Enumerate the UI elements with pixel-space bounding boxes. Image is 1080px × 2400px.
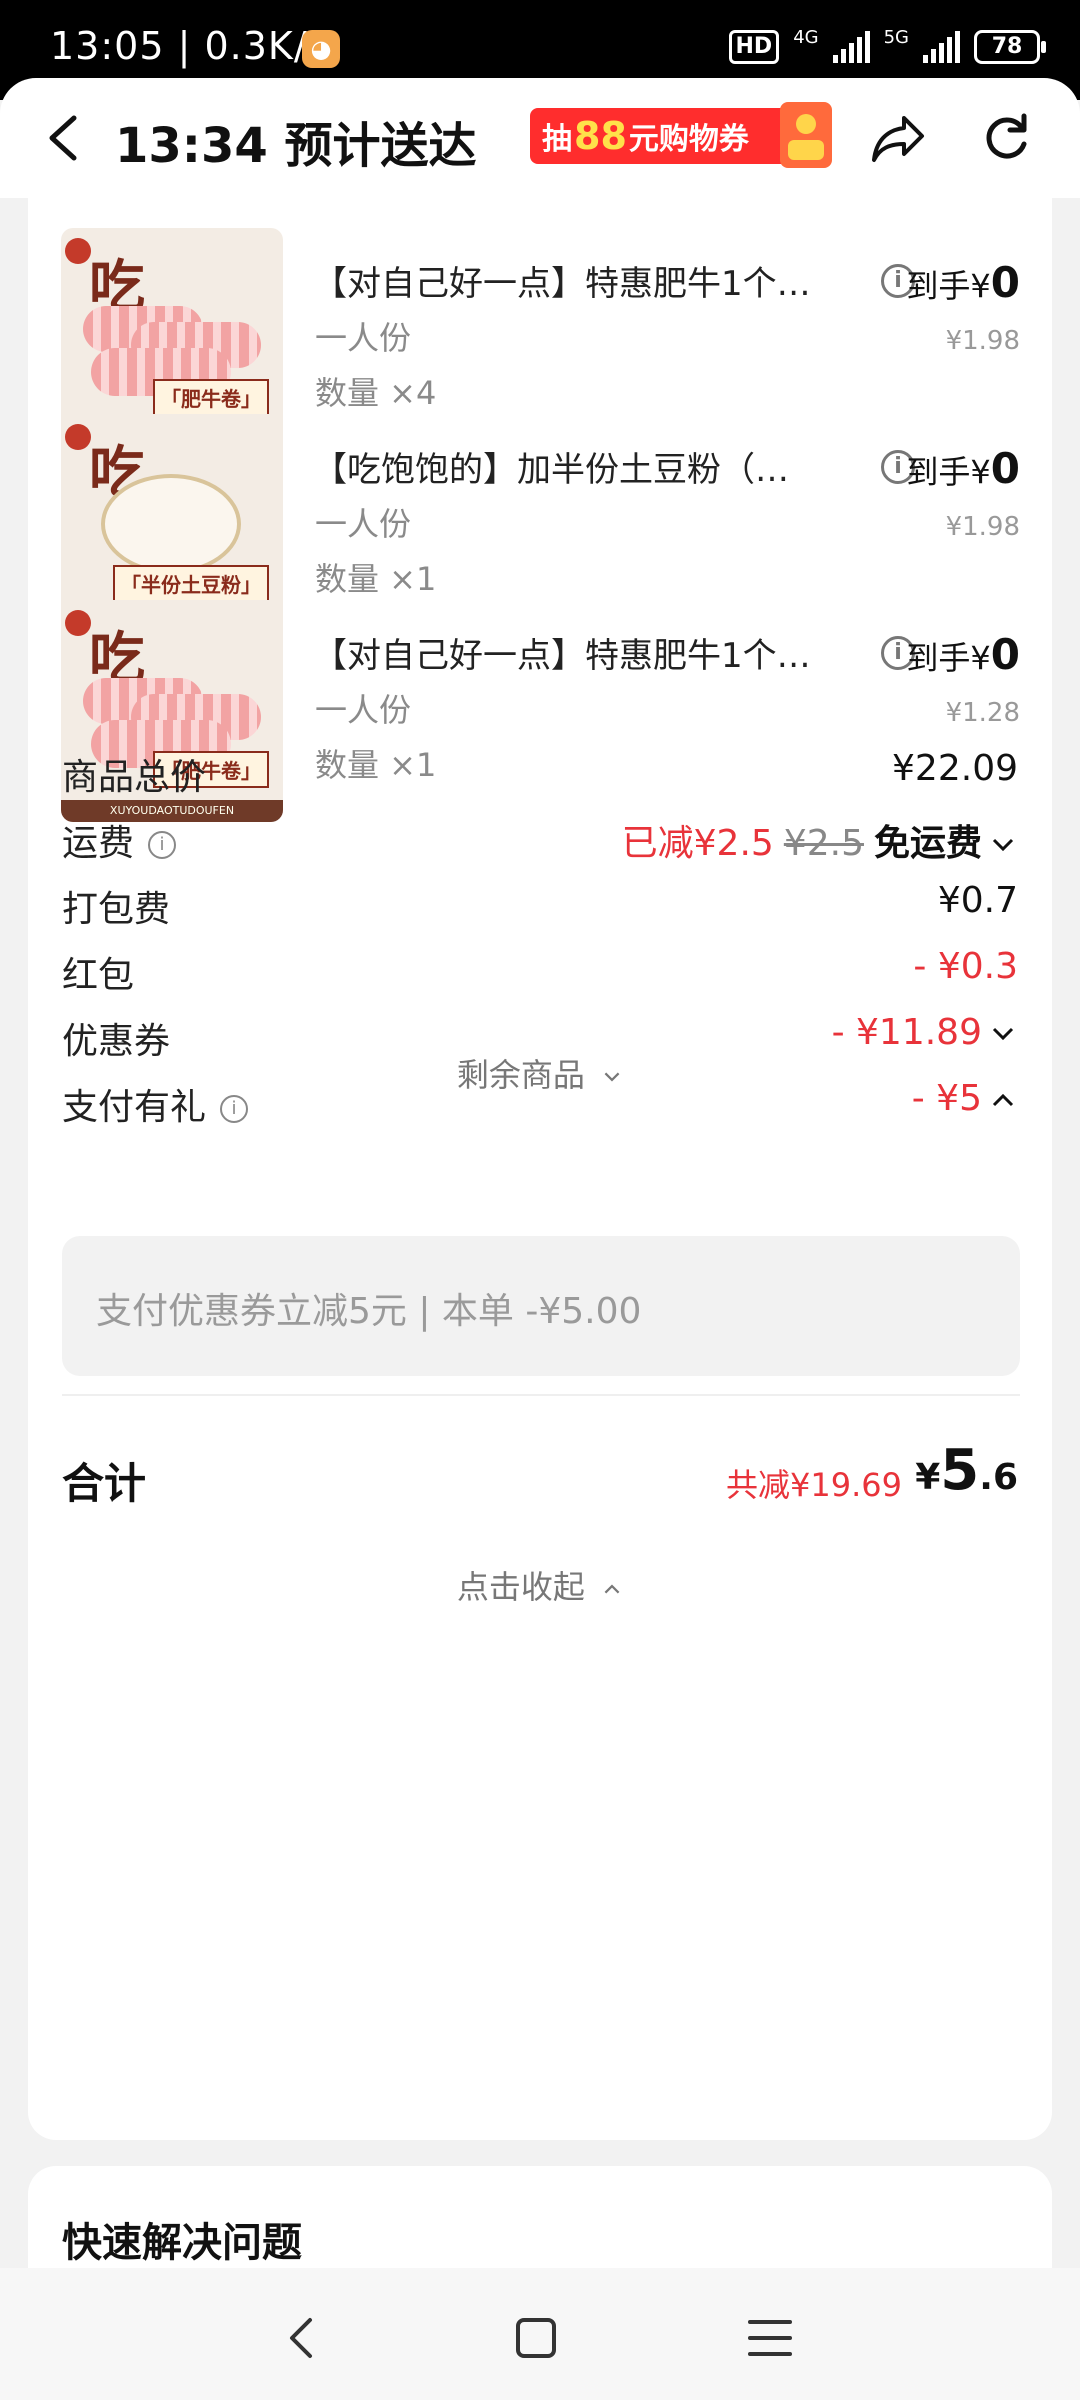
free-shipping-label: 免运费 <box>873 823 982 864</box>
nav-menu-icon[interactable] <box>740 2308 800 2368</box>
shipping-info-icon[interactable]: i <box>148 831 177 859</box>
shop-logo-icon <box>65 238 91 264</box>
chevron-up-icon <box>604 1584 620 1594</box>
goods-total-row: 商品总价 ¥22.09 <box>28 738 1052 808</box>
packing-fee-label: 打包费 <box>62 889 171 930</box>
red-packet-value: - ¥0.3 <box>913 946 1018 987</box>
pay-gift-row[interactable]: 支付有礼 i - ¥5 <box>28 1068 1052 1138</box>
system-nav-bar <box>0 2268 1080 2400</box>
signal-icon <box>832 31 870 63</box>
coupon-label: 优惠券 <box>62 1021 171 1062</box>
item-final-price: 到手¥0 <box>906 630 1020 679</box>
order-header: 13:34 预计送达 抽 88 元购物券 <box>0 78 1080 198</box>
promo-prefix: 抽 <box>542 122 572 157</box>
status-time: 13:05 | 0.3K/s <box>50 24 329 68</box>
gift-icon <box>780 102 832 168</box>
total-label: 合计 <box>62 1459 147 1508</box>
chevron-down-icon <box>992 1027 1014 1041</box>
refresh-icon[interactable] <box>978 110 1034 166</box>
collapse-label: 点击收起 <box>456 1568 585 1606</box>
coupon-row[interactable]: 优惠券 - ¥11.89 <box>28 1002 1052 1072</box>
item-name: 【对自己好一点】特惠肥牛1个… <box>313 636 811 676</box>
divider <box>62 1394 1020 1396</box>
shipping-value: 已减¥2.5 ¥2.5 免运费 <box>622 814 1018 866</box>
signal-icon-2 <box>923 31 960 63</box>
goods-total-label: 商品总价 <box>62 757 207 798</box>
nav-home-icon[interactable] <box>506 2308 566 2368</box>
share-icon[interactable] <box>868 110 928 166</box>
chevron-up-icon <box>992 1093 1014 1107</box>
coupon-lottery-banner[interactable]: 抽 88 元购物券 <box>530 102 832 168</box>
item-name: 【对自己好一点】特惠肥牛1个… <box>313 264 811 304</box>
packing-fee-row: 打包费 ¥0.7 <box>28 870 1052 940</box>
pay-gift-label: 支付有礼 <box>62 1087 207 1128</box>
pay-gift-info-icon[interactable]: i <box>220 1095 249 1123</box>
app-notification-icon: ◕ <box>302 30 340 68</box>
item-original-price: ¥1.28 <box>945 698 1020 728</box>
item-original-price: ¥1.98 <box>945 326 1020 356</box>
item-final-price: 到手¥0 <box>906 258 1020 307</box>
quick-help-title: 快速解决问题 <box>62 2220 302 2266</box>
delivery-eta-title: 13:34 预计送达 <box>115 118 477 174</box>
shipping-label: 运费 <box>62 823 135 864</box>
pay-gift-detail-text: 支付优惠券立减5元 | 本单 -¥5.00 <box>96 1291 642 1332</box>
item-spec: 一人份 <box>315 319 412 357</box>
shipping-reduced: 已减¥2.5 <box>621 823 774 864</box>
nav-back-icon[interactable] <box>272 2308 332 2368</box>
promo-suffix: 元购物券 <box>628 122 749 157</box>
item-spec: 一人份 <box>315 691 412 729</box>
battery-icon: 78 <box>974 30 1046 64</box>
shipping-row[interactable]: 运费 i 已减¥2.5 ¥2.5 免运费 <box>28 804 1052 874</box>
packing-fee-value: ¥0.7 <box>937 880 1018 921</box>
item-original-price: ¥1.98 <box>945 512 1020 542</box>
red-packet-label: 红包 <box>62 955 135 996</box>
status-indicators: HD 4G 5G 78 <box>728 26 1046 64</box>
shop-logo-icon <box>65 610 91 636</box>
item-spec: 一人份 <box>315 505 412 543</box>
hd-voice-icon: HD <box>728 30 780 64</box>
back-arrow-icon[interactable] <box>40 110 90 166</box>
order-detail-card: 吃 「肥牛卷」 XUYOUDAOTUDOUFEN 【对自己好一点】特惠肥牛1个…… <box>28 198 1052 2140</box>
shop-logo-icon <box>65 424 91 450</box>
chevron-down-icon <box>992 838 1014 852</box>
network-type-5g: 5G <box>883 26 909 48</box>
promo-amount: 88 <box>574 114 627 158</box>
total-amount: ¥5.6 <box>915 1438 1018 1503</box>
total-saved: 共减¥19.69 <box>726 1466 902 1504</box>
collapse-button[interactable]: 点击收起 <box>28 1562 1052 1608</box>
goods-total-value: ¥22.09 <box>892 748 1018 789</box>
pay-gift-detail: 支付优惠券立减5元 | 本单 -¥5.00 <box>62 1236 1020 1376</box>
pay-gift-value: - ¥5 <box>911 1078 982 1119</box>
item-final-price: 到手¥0 <box>906 444 1020 493</box>
shipping-original-price: ¥2.5 <box>783 823 864 864</box>
coupon-value: - ¥11.89 <box>831 1012 982 1053</box>
network-type-4g: 4G <box>793 26 819 48</box>
red-packet-row: 红包 - ¥0.3 <box>28 936 1052 1006</box>
item-name: 【吃饱饱的】加半份土豆粉（… <box>313 450 789 490</box>
